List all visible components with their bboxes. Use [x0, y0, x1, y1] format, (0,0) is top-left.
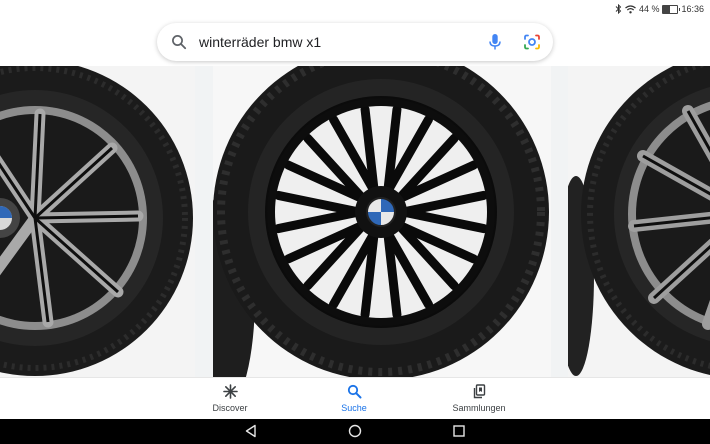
- home-icon[interactable]: [348, 424, 362, 438]
- search-query[interactable]: winterräder bmw x1: [199, 34, 321, 50]
- bluetooth-icon: [615, 4, 622, 14]
- collections-icon: [473, 384, 485, 399]
- search-icon[interactable]: [171, 34, 187, 50]
- battery-percent: 44 %: [638, 4, 660, 14]
- battery-icon: [662, 4, 681, 14]
- wheel-image: [0, 66, 195, 377]
- status-icons: 44 % 16:36: [615, 2, 704, 16]
- image-result-center[interactable]: [213, 66, 551, 377]
- status-bar: 44 % 16:36: [0, 0, 710, 18]
- mic-icon[interactable]: [488, 33, 502, 51]
- image-result-right[interactable]: [568, 66, 710, 377]
- image-result-left[interactable]: [0, 66, 195, 377]
- wheel-image: [213, 66, 551, 377]
- search-icon: [347, 384, 361, 399]
- wheel-image: [568, 66, 710, 377]
- nav-discover[interactable]: Discover: [185, 384, 275, 413]
- clock: 16:36: [681, 4, 704, 14]
- back-icon[interactable]: [244, 424, 258, 438]
- nav-search[interactable]: Suche: [309, 384, 399, 413]
- google-lens-icon[interactable]: [523, 33, 541, 51]
- nav-search-label: Suche: [341, 403, 367, 413]
- system-navigation-bar: [0, 419, 710, 444]
- wifi-icon: [625, 4, 636, 13]
- nav-discover-label: Discover: [212, 403, 248, 413]
- bottom-navigation: Discover Suche Sammlungen: [0, 377, 710, 420]
- nav-collections[interactable]: Sammlungen: [434, 384, 524, 413]
- asterisk-icon: [222, 384, 238, 399]
- nav-collections-label: Sammlungen: [452, 403, 506, 413]
- image-results-strip: [0, 66, 710, 377]
- recents-icon[interactable]: [452, 424, 466, 438]
- search-bar[interactable]: winterräder bmw x1: [157, 23, 553, 61]
